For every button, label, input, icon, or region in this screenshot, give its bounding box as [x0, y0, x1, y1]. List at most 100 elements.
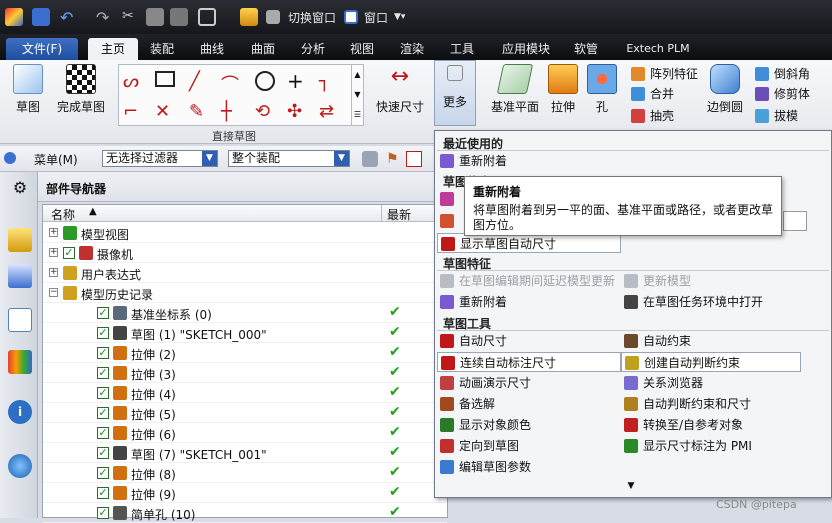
auto-dimension-item[interactable]: 自动尺寸 — [437, 331, 621, 351]
menu-button[interactable]: 菜单(M) — [34, 151, 78, 168]
tab-application[interactable]: 应用模块 — [494, 38, 558, 60]
animate-dimension-item[interactable]: 动画演示尺寸 — [437, 373, 621, 393]
point-icon[interactable]: + — [287, 69, 309, 93]
tree-expand-icon[interactable]: + — [49, 228, 58, 237]
profile-icon[interactable]: ᔕ — [123, 71, 145, 93]
tree-row[interactable]: ✓ 拉伸 (6) ✔ — [43, 423, 447, 443]
paste-icon[interactable] — [170, 8, 188, 26]
hole-button[interactable]: 孔 — [586, 64, 618, 115]
line-icon[interactable]: ╱ — [189, 71, 211, 93]
selection-scope-select[interactable]: 整个装配 ▼ — [228, 150, 350, 167]
visibility-checkbox[interactable]: ✓ — [97, 387, 109, 399]
tree-row[interactable]: ✓ 拉伸 (9) ✔ — [43, 483, 447, 503]
sketch-button[interactable]: 草图 — [8, 64, 48, 115]
switch-window-button[interactable]: 切换窗口 — [288, 9, 336, 26]
visibility-checkbox[interactable]: ✓ — [97, 447, 109, 459]
auto-constraint-item[interactable]: 自动约束 — [621, 331, 801, 351]
chamfer-button[interactable]: 倒斜角 — [752, 64, 826, 82]
orient-to-sketch-item[interactable]: 定向到草图 — [437, 436, 621, 456]
draft-button[interactable]: 拔模 — [752, 106, 826, 124]
tree-row[interactable]: + 用户表达式 — [43, 263, 447, 283]
quick-extend-icon[interactable]: ✎ — [189, 101, 211, 123]
column-latest-header[interactable]: 最新 — [387, 206, 411, 223]
selection-filter-select[interactable]: 无选择过滤器 ▼ — [102, 150, 218, 167]
tree-row[interactable]: + ✓ 摄像机 — [43, 243, 447, 263]
make-corner-icon[interactable]: ┼ — [221, 101, 243, 123]
tab-render[interactable]: 渲染 — [390, 38, 434, 60]
tab-assembly[interactable]: 装配 — [140, 38, 184, 60]
tab-curve[interactable]: 曲线 — [190, 38, 234, 60]
reattach-item[interactable]: 重新附着 — [437, 292, 621, 312]
delay-update-item[interactable]: 在草图编辑期间延迟模型更新 — [437, 271, 621, 291]
circle-icon[interactable] — [255, 71, 275, 91]
offset-curve-icon[interactable]: ⟲ — [255, 101, 277, 123]
arc-icon[interactable]: ⌒ — [221, 71, 243, 96]
visibility-checkbox[interactable]: ✓ — [97, 427, 109, 439]
visibility-checkbox[interactable]: ✓ — [97, 327, 109, 339]
infer-constraints-dims-item[interactable]: 自动判断约束和尺寸 — [621, 394, 801, 414]
unite-button[interactable]: 合并 — [628, 84, 704, 102]
tab-home[interactable]: 主页 — [88, 38, 138, 60]
mirror-curve-icon[interactable]: ✣ — [287, 101, 309, 123]
tree-row[interactable]: ✓ 拉伸 (4) ✔ — [43, 383, 447, 403]
quick-trim-icon[interactable]: ✕ — [155, 101, 177, 123]
tab-hose[interactable]: 软管 — [564, 38, 608, 60]
partial-item-1[interactable] — [437, 189, 467, 209]
create-inferred-constraints-item[interactable]: 创建自动判断约束 — [621, 352, 801, 372]
visibility-checkbox[interactable]: ✓ — [97, 467, 109, 479]
edit-sketch-params-item[interactable]: 编辑草图参数 — [437, 457, 621, 477]
extrude-button[interactable]: 拉伸 — [546, 64, 580, 115]
save-icon[interactable] — [32, 8, 50, 26]
convert-reference-item[interactable]: 转换至/自参考对象 — [621, 415, 801, 435]
tree-row[interactable]: ✓ 拉伸 (3) ✔ — [43, 363, 447, 383]
part-navigator-icon[interactable] — [8, 308, 32, 332]
tree-expand-icon[interactable]: + — [49, 268, 58, 277]
tree-row[interactable]: ✓ 拉伸 (2) ✔ — [43, 343, 447, 363]
relations-browser-item[interactable]: 关系浏览器 — [621, 373, 801, 393]
quick-dimension-button[interactable]: ↔ 快速尺寸 — [372, 64, 428, 115]
tree-row[interactable]: + 模型视图 — [43, 223, 447, 243]
redo-icon[interactable]: ↷ — [96, 8, 114, 27]
visibility-checkbox[interactable]: ✓ — [97, 507, 109, 519]
copy-icon[interactable] — [146, 8, 164, 26]
visibility-checkbox[interactable]: ✓ — [97, 367, 109, 379]
web-browser-icon[interactable] — [8, 454, 32, 478]
tree-expand-icon[interactable]: − — [49, 288, 58, 297]
recent-reattach-item[interactable]: 重新附着 — [437, 151, 621, 171]
command-finder-icon[interactable] — [198, 8, 216, 26]
fillet-icon[interactable]: ┐ — [319, 71, 341, 93]
tree-row[interactable]: ✓ 草图 (7) "SKETCH_001" ✔ — [43, 443, 447, 463]
tab-file[interactable]: 文件(F) — [6, 38, 78, 60]
tree-row[interactable]: ✓ 拉伸 (8) ✔ — [43, 463, 447, 483]
pattern-feature-button[interactable]: 阵列特征 — [628, 64, 704, 82]
column-name-header[interactable]: 名称 — [51, 206, 75, 223]
tab-extech-plm[interactable]: Extech PLM — [618, 38, 698, 60]
trim-body-button[interactable]: 修剪体 — [752, 84, 826, 102]
gear-icon[interactable]: ⚙ — [8, 178, 32, 202]
continuous-auto-dimension-item[interactable]: 连续自动标注尺寸 — [437, 352, 621, 372]
open-task-environment-item[interactable]: 在草图任务环境中打开 — [621, 292, 801, 312]
tree-row[interactable]: ✓ 简单孔 (10) ✔ — [43, 503, 447, 523]
reuse-library-icon[interactable] — [8, 350, 32, 374]
tree-row[interactable]: ✓ 拉伸 (5) ✔ — [43, 403, 447, 423]
visibility-checkbox[interactable]: ✓ — [63, 247, 75, 259]
tab-view[interactable]: 视图 — [340, 38, 384, 60]
visibility-checkbox[interactable]: ✓ — [97, 307, 109, 319]
point-on-curve-icon[interactable] — [406, 151, 422, 167]
toolbar-settings-icon[interactable] — [4, 152, 16, 164]
visibility-checkbox[interactable]: ✓ — [97, 487, 109, 499]
tree-expand-icon[interactable]: + — [49, 248, 58, 257]
menu-expand-chevron[interactable]: ▼ — [619, 481, 643, 491]
tree-row[interactable]: ✓ 草图 (1) "SKETCH_000" ✔ — [43, 323, 447, 343]
assembly-navigator-icon[interactable] — [8, 228, 32, 252]
alternate-solution-item[interactable]: 备选解 — [437, 394, 621, 414]
pattern-curve-icon[interactable]: ⇄ — [319, 101, 341, 123]
partial-item-2[interactable] — [437, 211, 467, 231]
snap-point-icon[interactable] — [362, 151, 378, 167]
show-object-color-item[interactable]: 显示对象颜色 — [437, 415, 621, 435]
dimension-as-pmi-item[interactable]: 显示尺寸标注为 PMI — [621, 436, 801, 456]
show-auto-dimension-item[interactable]: 显示草图自动尺寸 — [437, 233, 621, 253]
tree-row[interactable]: ✓ 基准坐标系 (0) ✔ — [43, 303, 447, 323]
visibility-checkbox[interactable]: ✓ — [97, 407, 109, 419]
gallery-scroll[interactable]: ▲ ▼ ☰ — [351, 65, 363, 125]
